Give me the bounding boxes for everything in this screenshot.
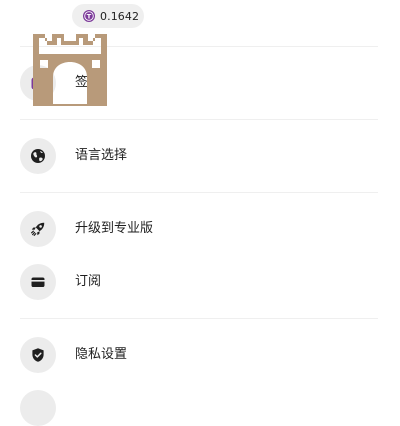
menu-item-label: 升级到专业版 bbox=[75, 221, 154, 236]
menu-item-label: 语言选择 bbox=[75, 148, 128, 163]
menu-item-label: 隐私设置 bbox=[75, 347, 128, 362]
balance-value: 0.1642 bbox=[100, 9, 140, 23]
divider bbox=[20, 192, 378, 193]
balance-pill[interactable]: T 0.1642 bbox=[72, 4, 144, 28]
partial-row-icon bbox=[20, 390, 56, 426]
shield-check-icon bbox=[20, 337, 56, 373]
castle-gate-logo bbox=[33, 34, 107, 106]
divider bbox=[20, 318, 378, 319]
divider bbox=[20, 119, 378, 120]
menu-item-label: 订阅 bbox=[75, 274, 102, 289]
menu-item-subscription[interactable]: 订阅 bbox=[0, 260, 400, 304]
token-t-icon: T bbox=[83, 10, 95, 22]
menu-item-language[interactable]: 语言选择 bbox=[0, 134, 400, 178]
token-letter: T bbox=[87, 12, 92, 20]
rocket-icon bbox=[20, 211, 56, 247]
credit-card-icon bbox=[20, 264, 56, 300]
menu-item-privacy[interactable]: 隐私设置 bbox=[0, 333, 400, 377]
menu-item-upgrade[interactable]: 升级到专业版 bbox=[0, 207, 400, 251]
globe-icon bbox=[20, 138, 56, 174]
